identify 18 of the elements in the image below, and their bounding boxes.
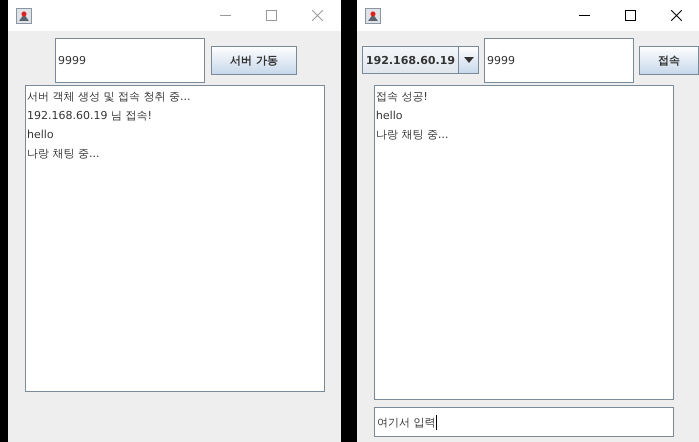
log-line: hello xyxy=(27,127,55,143)
log-line: 나랑 채팅 중... xyxy=(376,127,450,143)
port-field[interactable]: 9999 xyxy=(55,38,205,82)
close-icon[interactable] xyxy=(670,10,682,21)
log-line: 서버 객체 생성 및 접속 청취 중... xyxy=(27,89,192,105)
port-field[interactable]: 9999 xyxy=(484,38,634,82)
start-server-button[interactable]: 서버 가동 xyxy=(211,46,297,74)
dropdown-arrow-icon xyxy=(464,57,474,63)
log-line: 192.168.60.19 님 접속! xyxy=(27,108,153,124)
connect-button[interactable]: 접속 xyxy=(639,46,699,74)
log-line: hello xyxy=(376,108,404,124)
app-icon xyxy=(364,8,381,24)
log-line: 나랑 채팅 중... xyxy=(27,146,100,162)
app-icon xyxy=(16,8,32,24)
host-combo-box[interactable]: 192.168.60.19 xyxy=(362,46,479,74)
maximize-icon[interactable] xyxy=(624,10,636,21)
log-line: 접속 성공! xyxy=(376,89,429,105)
message-input-field[interactable]: 여기서 입력 xyxy=(374,407,674,437)
